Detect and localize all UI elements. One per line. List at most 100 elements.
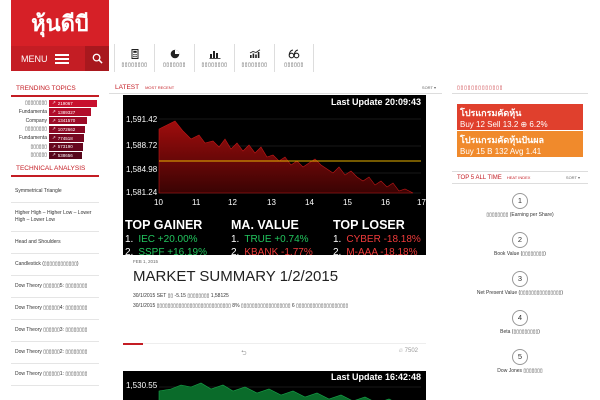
menu-button[interactable]: MENU [11,46,85,71]
nav-item-pie[interactable]: ▯▯▯▯▯▯▯ [154,44,194,72]
trending-list: ▯▯▯▯▯▯▯▯ ↗ 219067 Fundamenta ↗ 1389327 Company… [11,97,99,162]
tab-latest[interactable]: LATEST [109,84,145,91]
tab-most-recent[interactable]: MOST RECENT [145,85,174,90]
promo-title: โปรแกรมคัดหุ้น [460,107,522,118]
article-card[interactable]: FEB 1, 2015 MARKET SUMMARY 1/2/2015 30/1… [123,255,426,361]
trending-item-count-bar: ↗ 538656 [49,151,82,160]
rank-label: Book Value (▯▯▯▯▯▯▯▯) [494,251,546,257]
trending-title: TRENDING TOPICS [11,82,99,97]
trend-up-icon: ↗ [52,126,56,132]
trending-item[interactable]: ▯▯▯▯▯▯ ↗ 573190 [11,142,99,151]
y-tick: 1,588.72 [126,141,158,150]
top5-item[interactable]: 3 Net Present Value (▯▯▯▯▯▯▯▯▯▯▯▯▯▯▯) [452,262,588,301]
technical-item[interactable]: Dow Theory ▯▯▯▯▯▯5: ▯▯▯▯▯▯▯▯ [11,276,99,298]
top5-item[interactable]: 1 ▯▯▯▯▯▯▯▯ (Earning per Share) [452,184,588,223]
nav-item-quote[interactable]: ▯▯▯▯▯▯ [274,44,314,72]
top5-item[interactable]: 5 Dow Jones ▯▯▯▯▯▯▯ [452,340,588,379]
trending-item-count-bar: ↗ 219067 [49,99,97,108]
trending-item-count-bar: ↗ 573190 [49,143,83,151]
top5-item[interactable]: 4 Beta (▯▯▯▯▯▯▯▯▯) [452,301,588,340]
x-tick: 13 [267,198,276,207]
heat-index-tab[interactable]: HEAT INDEX [507,175,531,180]
menu-bar: MENU [11,46,109,71]
loser-row: 1. CYBER -18.18% [333,234,421,245]
technical-title: TECHNICAL ANALYSIS [11,161,99,177]
x-tick: 15 [343,198,352,207]
page: หุ้นดีบี MENU ▯▯▯▯▯▯▯▯ ▯▯▯▯▯▯▯ ▯▯▯▯▯▯▯▯ … [0,0,600,400]
nav-item-line[interactable]: ▯▯▯▯▯▯▯▯ [234,44,274,72]
article-accent [123,343,143,345]
rank-number: 5 [512,349,528,365]
trending-item-count: 538656 [57,152,73,158]
calculator-icon [131,48,138,59]
main-nav: ▯▯▯▯▯▯▯▯ ▯▯▯▯▯▯▯ ▯▯▯▯▯▯▯▯ ▯▯▯▯▯▯▯▯ ▯▯▯▯▯… [114,44,314,72]
search-button[interactable] [85,46,109,71]
right-title: ▯▯▯▯▯▯▯▯▯▯▯▯▯ [452,82,588,94]
y-tick: 1,584.98 [126,165,158,174]
x-tick: 10 [154,198,163,207]
index-chart: Last Update 20:09:43 1,591.42 1,588.72 1… [123,95,426,215]
top-loser-col: TOP LOSER 1. CYBER -18.18% 2. M-AAA -18.18… [333,218,421,258]
trend-up-icon: ↗ [52,135,56,141]
rank-label: Net Present Value (▯▯▯▯▯▯▯▯▯▯▯▯▯▯▯) [476,290,564,296]
share-icon[interactable]: ⮌ [241,349,247,360]
trend-up-icon: ↗ [52,100,56,106]
nav-item-calculator[interactable]: ▯▯▯▯▯▯▯▯ [114,44,154,72]
y-tick: 1,581.24 [126,188,158,197]
article-excerpt-2: 30/1/2015 ▯▯▯▯▯▯▯▯▯▯▯▯▯▯▯▯▯▯▯▯▯▯▯▯▯▯▯ 8%… [133,303,349,309]
trending-item[interactable]: ▯▯▯▯▯▯ ↗ 538656 [11,151,99,160]
promo-subtitle: Buy 15 B 132 Avg 1.41 [460,146,542,156]
y-tick: 1,530.55 [126,381,158,390]
top5-item[interactable]: 2 Book Value (▯▯▯▯▯▯▯▯) [452,223,588,262]
x-tick: 11 [192,198,201,207]
x-tick: 14 [305,198,314,207]
top5-sort-dropdown[interactable]: SORT ▾ [566,175,588,180]
chart2-plot [158,382,421,400]
technical-list: Symmetrical Triangle Higher High – Higher… [11,181,99,386]
trending-item[interactable]: Fundamenta ↗ 1389327 [11,108,99,117]
trending-item-count: 1389327 [57,109,76,115]
promo-stock-picker[interactable]: โปรแกรมคัดหุ้น Buy 12 Sell 13.2 ⊕ 6.2% [457,104,583,130]
y-tick: 1,591.42 [126,115,158,124]
nav-label: ▯▯▯▯▯▯▯▯ [121,61,148,68]
article-date: FEB 1, 2015 [133,259,159,264]
article-excerpt-1: 30/1/2015 SET ▯▯ -5.15 ▯▯▯▯▯▯▯▯ 1,58125 [133,293,229,299]
promo-title: โปรแกรมคัดหุ้นปันผล [460,134,545,145]
site-logo[interactable]: หุ้นดีบี [11,0,109,46]
x-tick: 12 [228,198,237,207]
trending-item-count: 1072662 [57,126,76,132]
technical-item[interactable]: Candlestick (▯▯▯▯▯▯▯▯▯▯▯▯) [11,254,99,276]
rank-label: ▯▯▯▯▯▯▯▯ (Earning per Share) [486,212,554,218]
nav-item-bar[interactable]: ▯▯▯▯▯▯▯▯ [194,44,234,72]
trending-item-name: ▯▯▯▯▯▯▯▯ [24,126,47,133]
article-title[interactable]: MARKET SUMMARY 1/2/2015 [123,264,426,285]
trending-item[interactable]: Fundamenta ↗ 774518 [11,134,99,143]
ma-value-title: MA. VALUE [231,218,299,232]
trending-item[interactable]: Company ↗ 1341570 [11,116,99,125]
technical-item[interactable]: Dow Theory ▯▯▯▯▯▯1: ▯▯▯▯▯▯▯▯ [11,364,99,386]
technical-item[interactable]: Dow Theory ▯▯▯▯▯▯4: ▯▯▯▯▯▯▯▯ [11,298,99,320]
technical-item[interactable]: Dow Theory ▯▯▯▯▯▯2: ▯▯▯▯▯▯▯▯ [11,342,99,364]
technical-item[interactable]: Dow Theory ▯▯▯▯▯▯3: ▯▯▯▯▯▯▯▯ [11,320,99,342]
trending-item[interactable]: ▯▯▯▯▯▯▯▯ ↗ 1072662 [11,125,99,134]
technical-item[interactable]: Higher High – Higher Low – Lower High – … [11,203,99,232]
view-count: 🔥︎ 7502 [398,348,418,354]
trending-item-name: Fundamenta [18,135,47,142]
rank-label: Beta (▯▯▯▯▯▯▯▯▯) [500,329,540,335]
top5-title[interactable]: TOP 5 ALL TIME [457,175,502,181]
hamburger-icon [54,52,69,66]
technical-item[interactable]: Symmetrical Triangle [11,181,99,203]
technical-item[interactable]: Head and Shoulders [11,232,99,254]
trending-item[interactable]: ▯▯▯▯▯▯▯▯ ↗ 219067 [11,99,99,108]
trending-item-count-bar: ↗ 1341570 [49,116,87,125]
trending-item-count: 219067 [57,100,73,106]
sort-dropdown[interactable]: SORT ▾ [422,85,442,90]
article-footer: ⮌ 🔥︎ 7502 [123,343,426,361]
chart-last-update: Last Update 20:09:43 [330,97,421,107]
left-sidebar: TRENDING TOPICS ▯▯▯▯▯▯▯▯ ↗ 219067 Fundament… [11,82,99,386]
market-card[interactable]: Last Update 20:09:43 1,591.42 1,588.72 1… [123,95,426,273]
market-card-2[interactable]: Last Update 16:42:48 1,530.55 [123,371,426,400]
promo-dividend-picker[interactable]: โปรแกรมคัดหุ้นปันผล Buy 15 B 132 Avg 1.4… [457,131,583,157]
trending-item-name: ▯▯▯▯▯▯▯▯ [24,100,47,107]
trending-item-count-bar: ↗ 1072662 [49,125,85,134]
